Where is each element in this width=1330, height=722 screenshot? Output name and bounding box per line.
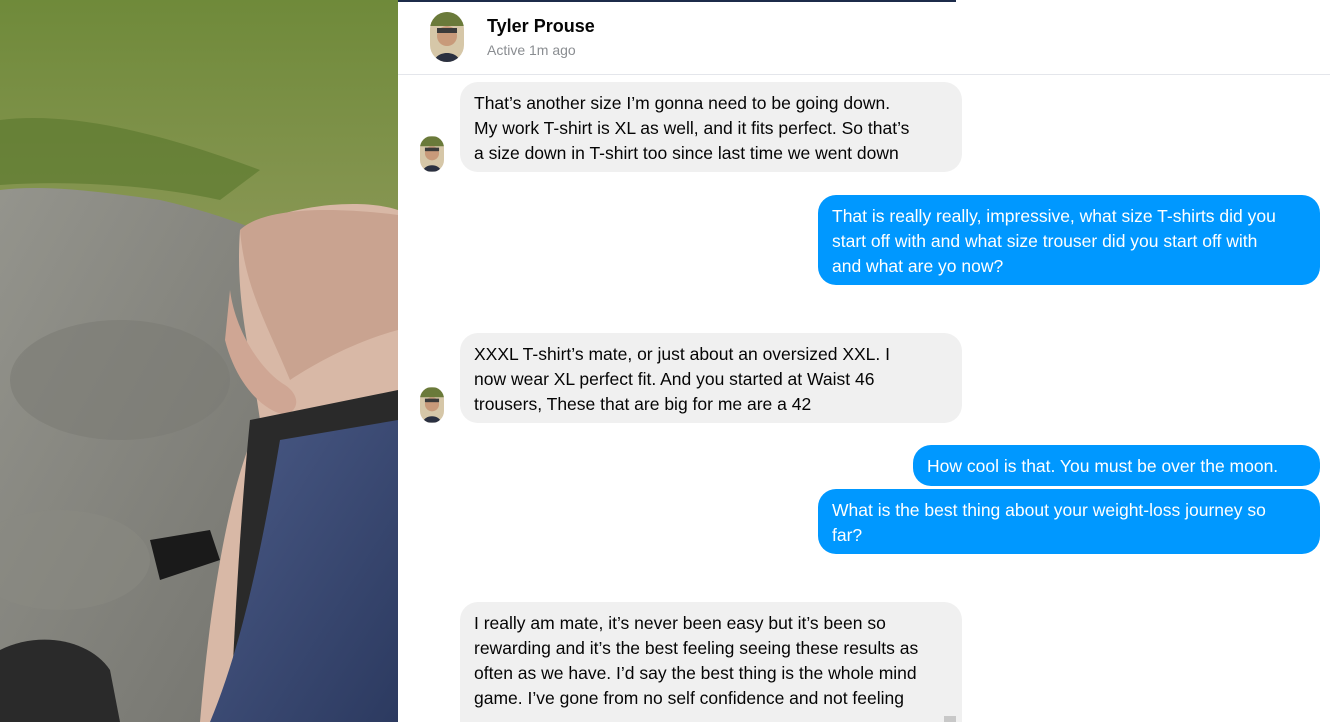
message-line: That is really really, impressive, what …: [832, 206, 1276, 226]
message-line: How cool is that. You must be over the m…: [927, 456, 1279, 476]
message-line: often as we have. I’d say the best thing…: [474, 663, 917, 683]
photo-image: [0, 0, 398, 722]
message-bubble-outgoing[interactable]: How cool is that. You must be over the m…: [913, 445, 1320, 486]
message-line: a size down in T-shirt too since last ti…: [474, 143, 899, 163]
message-avatar: [420, 136, 444, 172]
message-line: far?: [832, 525, 863, 545]
message-bubble-incoming[interactable]: I really am mate, it’s never been easy b…: [460, 602, 962, 722]
message-bubble-outgoing[interactable]: That is really really, impressive, what …: [818, 195, 1320, 285]
message-line: start off with and what size trouser did…: [832, 231, 1258, 251]
message-bubble-incoming[interactable]: That’s another size I’m gonna need to be…: [460, 82, 962, 172]
avatar-icon: [420, 387, 444, 423]
message-line: and what are yo now?: [832, 256, 1004, 276]
scrollbar-thumb[interactable]: [944, 716, 956, 722]
message-line: I really am mate, it’s never been easy b…: [474, 613, 886, 633]
background-photo: [0, 0, 398, 722]
message-line: My work T-shirt is XL as well, and it fi…: [474, 118, 910, 138]
message-bubble-incoming[interactable]: XXXL T-shirt’s mate, or just about an ov…: [460, 333, 962, 423]
message-line: rewarding and it’s the best feeling seei…: [474, 638, 919, 658]
message-avatar: [420, 387, 444, 423]
avatar-icon: [420, 136, 444, 172]
contact-name[interactable]: Tyler Prouse: [487, 16, 595, 37]
message-line: game. I’ve gone from no self confidence …: [474, 688, 904, 708]
message-line: That’s another size I’m gonna need to be…: [474, 93, 891, 113]
avatar-icon: [430, 12, 464, 62]
chat-panel: Tyler Prouse Active 1m ago That’s anothe…: [398, 0, 1330, 722]
message-line: now wear XL perfect fit. And you started…: [474, 369, 875, 389]
conversation-header: Tyler Prouse Active 1m ago: [398, 2, 1330, 75]
message-line: XXXL T-shirt’s mate, or just about an ov…: [474, 344, 890, 364]
contact-status: Active 1m ago: [487, 42, 576, 58]
message-bubble-outgoing[interactable]: What is the best thing about your weight…: [818, 489, 1320, 554]
message-line: What is the best thing about your weight…: [832, 500, 1266, 520]
message-line: trousers, These that are big for me are …: [474, 394, 812, 414]
contact-avatar[interactable]: [430, 12, 464, 62]
screenshot-root: Tyler Prouse Active 1m ago That’s anothe…: [0, 0, 1330, 722]
